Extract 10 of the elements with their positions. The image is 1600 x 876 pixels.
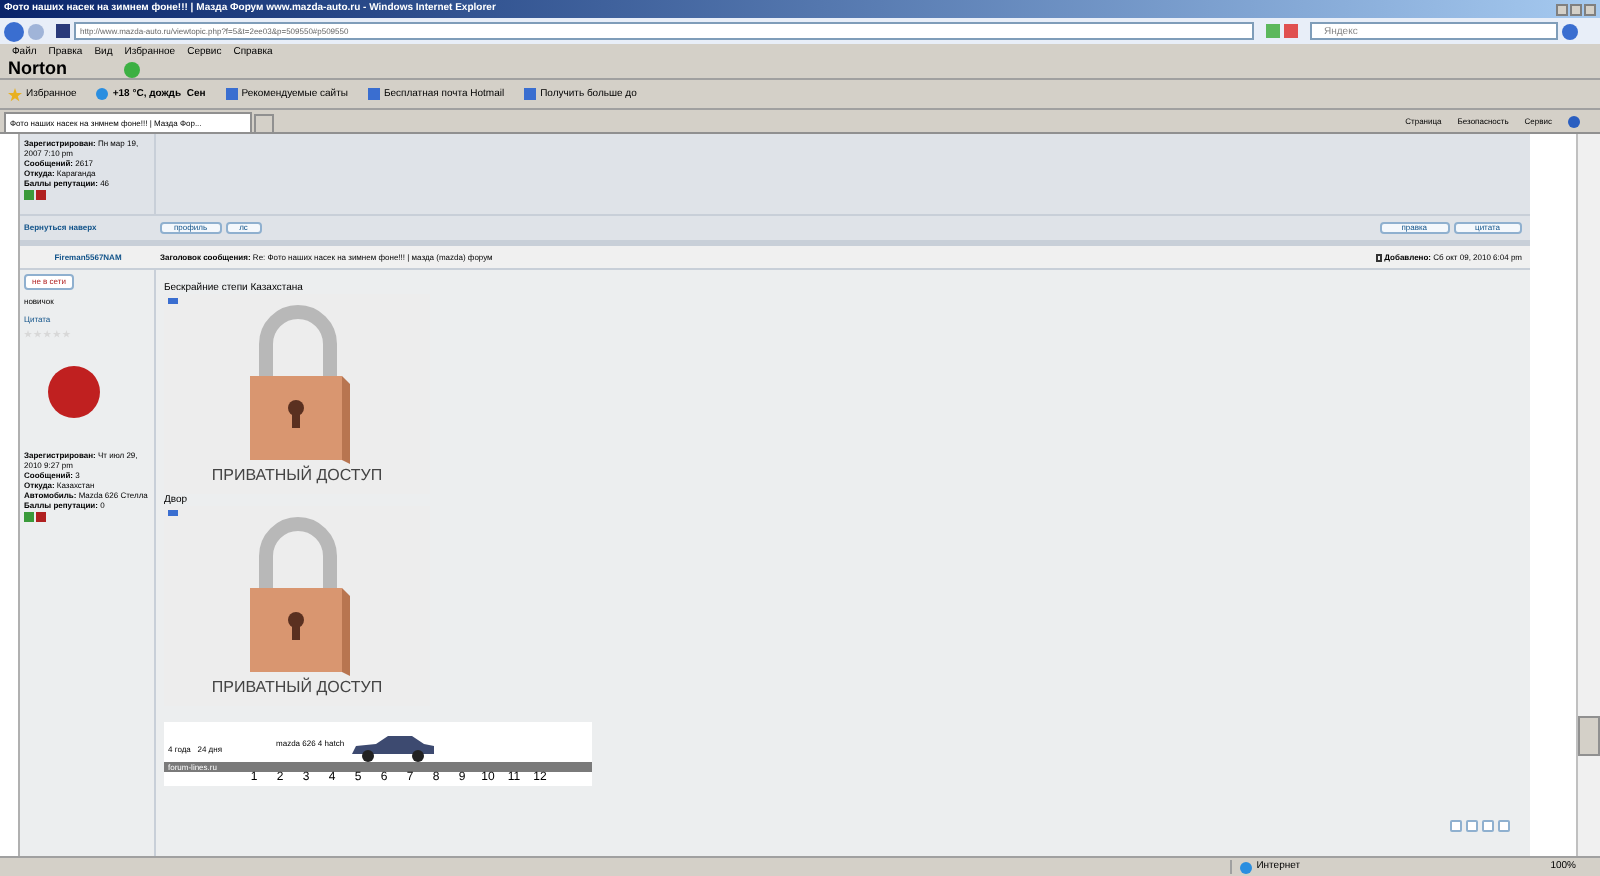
toolbar-brand: Norton <box>8 60 67 78</box>
star-icon <box>8 87 22 101</box>
back-button[interactable] <box>4 21 24 41</box>
scrollbar-thumb[interactable] <box>1578 716 1600 756</box>
scrollbar[interactable] <box>1576 134 1600 856</box>
car-icon <box>348 734 437 762</box>
new-tab-button[interactable] <box>254 114 274 132</box>
image-caption: ПРИВАТНЫЙ ДОСТУП <box>211 468 383 484</box>
forward-button[interactable] <box>28 23 44 39</box>
image-caption: ПРИВАТНЫЙ ДОСТУП <box>211 680 383 696</box>
